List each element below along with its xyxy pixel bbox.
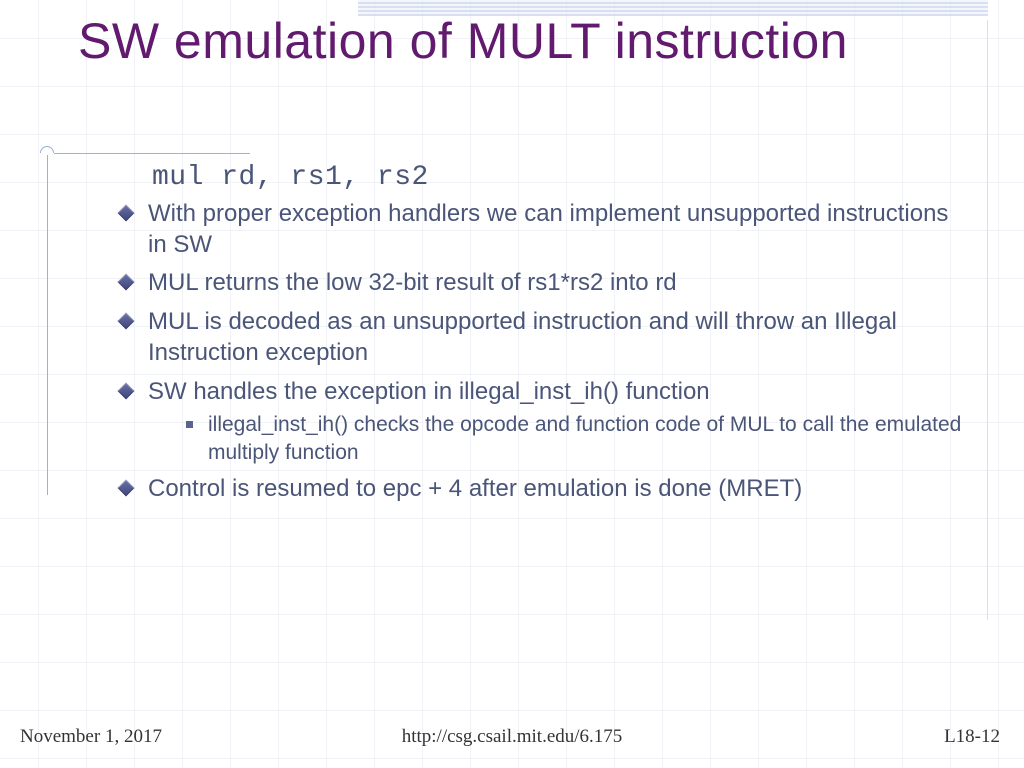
sub-bullet-item: illegal_inst_ih() checks the opcode and … bbox=[186, 411, 970, 466]
bullet-item: SW handles the exception in illegal_inst… bbox=[120, 377, 970, 466]
instruction-code: mul rd, rs1, rs2 bbox=[152, 162, 970, 193]
title-ornament bbox=[40, 142, 250, 162]
bullet-item: With proper exception handlers we can im… bbox=[120, 199, 970, 260]
bullet-item: MUL is decoded as an unsupported instruc… bbox=[120, 307, 970, 368]
footer-url: http://csg.csail.mit.edu/6.175 bbox=[0, 726, 1024, 748]
sub-bullet-list: illegal_inst_ih() checks the opcode and … bbox=[186, 411, 970, 466]
slide-body: mul rd, rs1, rs2 With proper exception h… bbox=[120, 162, 970, 513]
slide-title: SW emulation of MULT instruction bbox=[78, 12, 958, 71]
left-vertical-rule bbox=[47, 155, 48, 495]
bullet-item: MUL returns the low 32-bit result of rs1… bbox=[120, 268, 970, 299]
bullet-list: With proper exception handlers we can im… bbox=[120, 199, 970, 505]
bullet-item: Control is resumed to epc + 4 after emul… bbox=[120, 474, 970, 505]
right-margin-line bbox=[987, 20, 988, 620]
footer-page: L18-12 bbox=[944, 726, 1000, 748]
bullet-text: SW handles the exception in illegal_inst… bbox=[148, 378, 710, 405]
slide-footer: November 1, 2017 http://csg.csail.mit.ed… bbox=[0, 726, 1024, 750]
